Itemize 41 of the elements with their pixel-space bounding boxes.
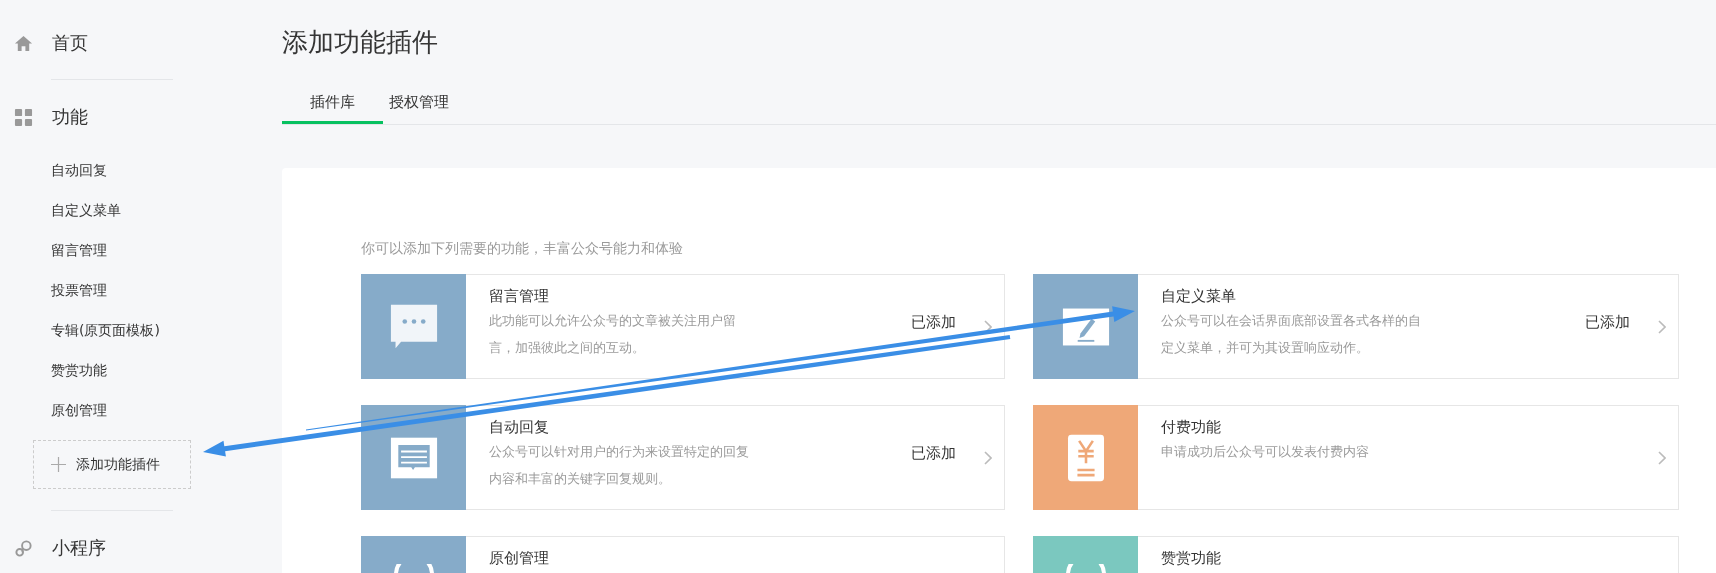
chevron-right-icon xyxy=(1658,450,1666,465)
sidebar-section[interactable]: 小程序 xyxy=(52,536,106,560)
added-status: 已添加 xyxy=(1585,313,1630,332)
chevron-right-icon xyxy=(1658,319,1666,334)
sidebar-item[interactable]: 投票管理 xyxy=(51,270,257,310)
plugin-description: 公众号可以针对用户的行为来设置特定的回复内容和丰富的关键字回复规则。 xyxy=(489,443,750,488)
chevron-right-icon xyxy=(984,450,992,465)
page-title: 添加功能插件 xyxy=(282,26,439,59)
added-status: 已添加 xyxy=(911,444,956,463)
grid-icon xyxy=(14,107,33,127)
plugin-card[interactable]: 自动回复 公众号可以针对用户的行为来设置特定的回复内容和丰富的关键字回复规则。 已添加 xyxy=(361,405,1005,510)
plugin-card[interactable]: 自定义菜单 公众号可以在会话界面底部设置各式各样的自定义菜单，并可为其设置响应动作。 已添加 xyxy=(1033,274,1679,379)
intro-text: 你可以添加下列需要的功能，丰富公众号能力和体验 xyxy=(361,239,684,258)
plugin-description: 申请成功后公众号可以发表付费内容 xyxy=(1161,443,1370,461)
sidebar-item[interactable]: 留言管理 xyxy=(51,230,257,270)
sidebar-item[interactable]: 自定义菜单 xyxy=(51,190,257,230)
plugin-title: 自定义菜单 xyxy=(1161,286,1237,307)
sidebar-item[interactable]: 自动回复 xyxy=(51,150,257,190)
plugin-description: 此功能可以允许公众号的文章被关注用户留言，加强彼此之间的互动。 xyxy=(489,312,737,357)
sidebar-item[interactable]: 赞赏功能 xyxy=(51,350,257,390)
added-status: 已添加 xyxy=(911,313,956,332)
sidebar-section[interactable]: 首页 xyxy=(52,31,88,55)
plugin-title: 赞赏功能 xyxy=(1161,548,1222,569)
tab[interactable]: 插件库 xyxy=(282,86,383,124)
plugin-description: 公众号可以在会话界面底部设置各式各样的自定义菜单，并可为其设置响应动作。 xyxy=(1161,312,1422,357)
tab[interactable]: 授权管理 xyxy=(383,86,455,124)
sidebar-section[interactable]: 功能 xyxy=(52,105,88,129)
sidebar-item[interactable]: 专辑(原页面模板) xyxy=(51,310,257,350)
plugin-title: 原创管理 xyxy=(489,548,550,569)
plugin-title: 留言管理 xyxy=(489,286,550,307)
home-icon xyxy=(14,33,33,53)
link-icon xyxy=(14,538,33,558)
plugin-card[interactable]: 赞赏功能 xyxy=(1033,536,1679,573)
plugin-card[interactable]: 付费功能 申请成功后公众号可以发表付费内容 xyxy=(1033,405,1679,510)
sidebar-item[interactable]: 原创管理 xyxy=(51,390,257,430)
plus-icon xyxy=(51,457,66,472)
plugin-card[interactable]: 原创管理 xyxy=(361,536,1005,573)
plugin-card[interactable]: 留言管理 此功能可以允许公众号的文章被关注用户留言，加强彼此之间的互动。 已添加 xyxy=(361,274,1005,379)
add-plugin-button[interactable]: 添加功能插件 xyxy=(33,440,191,489)
plugin-title: 付费功能 xyxy=(1161,417,1222,438)
plugin-title: 自动回复 xyxy=(489,417,550,438)
